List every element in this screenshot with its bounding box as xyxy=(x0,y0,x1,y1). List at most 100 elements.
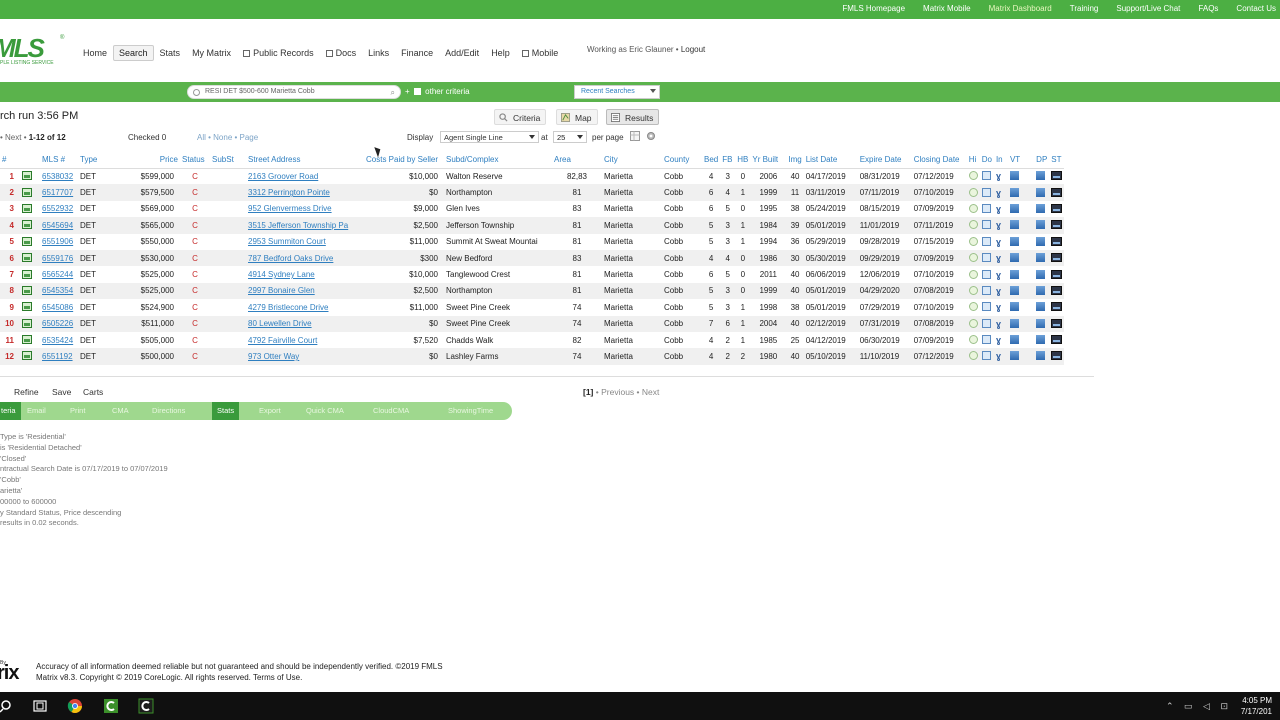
building-icon[interactable] xyxy=(1009,302,1019,312)
street-view-icon[interactable] xyxy=(1051,285,1063,295)
logout-link[interactable]: Logout xyxy=(681,45,705,54)
nav-search[interactable]: Search xyxy=(113,45,154,61)
photo-icon[interactable] xyxy=(20,168,40,184)
history-icon[interactable] xyxy=(968,253,978,263)
col-header[interactable]: Subd/Complex xyxy=(444,151,552,168)
photo-icon[interactable] xyxy=(20,348,40,364)
photo-icon[interactable] xyxy=(20,250,40,266)
virtual-tour-icon[interactable] xyxy=(1008,332,1022,348)
document-icon[interactable] xyxy=(981,269,991,279)
history-icon[interactable] xyxy=(967,316,980,332)
building-icon[interactable] xyxy=(1009,285,1019,295)
history-icon[interactable] xyxy=(968,335,978,345)
nav-links[interactable]: Links xyxy=(362,48,395,58)
table-row[interactable]: 9 6545086 DET $524,900 C 4279 Bristlecone Dri… xyxy=(0,299,1064,315)
virtual-tour-icon[interactable] xyxy=(1008,201,1022,217)
doc-icon[interactable] xyxy=(980,332,994,348)
col-header[interactable]: Type xyxy=(78,151,122,168)
col-header[interactable]: Yr Built xyxy=(750,151,786,168)
street-view-icon[interactable] xyxy=(1051,318,1063,328)
history-icon[interactable] xyxy=(967,299,980,315)
col-header[interactable]: Closing Date xyxy=(912,151,967,168)
directions-icon[interactable] xyxy=(1034,283,1049,299)
building-icon[interactable] xyxy=(1036,171,1046,181)
street-view-icon[interactable] xyxy=(1051,335,1063,345)
building-icon[interactable] xyxy=(1036,187,1046,197)
history-icon[interactable] xyxy=(967,184,980,200)
mls-number-link[interactable]: 6551906 xyxy=(40,234,78,250)
doc-icon[interactable] xyxy=(980,266,994,282)
photo-icon[interactable] xyxy=(20,184,40,200)
street-view-icon[interactable] xyxy=(1051,220,1063,230)
document-icon[interactable] xyxy=(981,171,991,181)
task-view-icon[interactable] xyxy=(32,698,48,714)
history-icon[interactable] xyxy=(967,168,980,184)
col-header[interactable]: VT xyxy=(1008,151,1022,168)
table-row[interactable]: 11 6535424 DET $505,000 C 4792 Fairville Cour… xyxy=(0,332,1064,348)
action-stats-button[interactable]: Stats xyxy=(212,402,240,420)
indicator-icon[interactable]: ɣ xyxy=(996,237,1001,247)
street-address-link[interactable]: 4914 Sydney Lane xyxy=(246,266,364,282)
doc-icon[interactable] xyxy=(980,250,994,266)
nav-my-matrix[interactable]: My Matrix xyxy=(186,48,237,58)
top-link-matrix-dashboard[interactable]: Matrix Dashboard xyxy=(989,4,1052,13)
street-view-icon[interactable] xyxy=(1049,266,1064,282)
doc-icon[interactable] xyxy=(980,201,994,217)
per-page-select[interactable]: 25 xyxy=(553,131,587,143)
doc-icon[interactable] xyxy=(980,234,994,250)
history-icon[interactable] xyxy=(967,234,980,250)
street-address-link[interactable]: 80 Lewellen Drive xyxy=(246,316,364,332)
col-header[interactable]: List Date xyxy=(804,151,858,168)
directions-icon[interactable] xyxy=(1034,201,1049,217)
refine-button[interactable]: Refine xyxy=(14,387,39,397)
street-view-icon[interactable] xyxy=(1051,187,1063,197)
building-icon[interactable] xyxy=(1036,269,1046,279)
doc-icon[interactable] xyxy=(980,217,994,233)
photo-icon[interactable] xyxy=(22,302,32,312)
history-icon[interactable] xyxy=(968,236,978,246)
history-icon[interactable] xyxy=(968,203,978,213)
col-header[interactable]: Area xyxy=(552,151,602,168)
building-icon[interactable] xyxy=(1036,302,1046,312)
table-row[interactable]: 7 6565244 DET $525,000 C 4914 Sydney Lane $10,… xyxy=(0,266,1064,282)
table-row[interactable]: 8 6545354 DET $525,000 C 2997 Bonaire Glen $2,… xyxy=(0,282,1065,300)
mls-number-link[interactable]: 6545694 xyxy=(40,217,78,233)
indicator-icon[interactable]: ɣ xyxy=(994,348,1008,364)
indicator-icon[interactable]: ɣ xyxy=(994,250,1008,266)
mls-number-link[interactable]: 6535424 xyxy=(40,332,78,348)
doc-icon[interactable] xyxy=(980,299,994,315)
doc-icon[interactable] xyxy=(980,184,994,200)
col-header[interactable]: County xyxy=(662,151,702,168)
document-icon[interactable] xyxy=(981,302,991,312)
directions-icon[interactable] xyxy=(1034,250,1049,266)
mls-number-link[interactable]: 6517707 xyxy=(40,184,78,200)
recent-searches-dropdown[interactable]: Recent Searches xyxy=(574,85,660,99)
photo-icon[interactable] xyxy=(22,236,32,246)
table-row[interactable]: 1 6538032 DET $599,000 C 2163 Groover Road $10… xyxy=(0,168,1064,184)
virtual-tour-icon[interactable] xyxy=(1008,250,1022,266)
mls-number-link[interactable]: 6551192 xyxy=(40,348,78,364)
directions-icon[interactable] xyxy=(1034,184,1049,200)
indicator-icon[interactable]: ɣ xyxy=(996,204,1001,214)
street-address-link[interactable]: 2997 Bonaire Glen xyxy=(246,283,364,299)
history-icon[interactable] xyxy=(967,348,980,364)
nav-stats[interactable]: Stats xyxy=(154,48,187,58)
table-row[interactable]: 3 6552932 DET $569,000 C 952 Glenvermess Driv… xyxy=(0,201,1064,217)
col-header[interactable]: Street Address xyxy=(246,151,364,168)
chrome-icon[interactable] xyxy=(67,698,83,714)
directions-icon[interactable] xyxy=(1034,299,1049,315)
action-cma-button[interactable]: CMA xyxy=(112,406,129,415)
history-icon[interactable] xyxy=(968,269,978,279)
indicator-icon[interactable]: ɣ xyxy=(994,168,1008,184)
nav-mobile[interactable]: Mobile xyxy=(516,48,565,58)
building-icon[interactable] xyxy=(1036,318,1046,328)
photo-icon[interactable] xyxy=(22,335,32,345)
street-address-link[interactable]: 4792 Fairville Court xyxy=(246,332,364,348)
col-header[interactable]: HB xyxy=(735,151,750,168)
col-header[interactable]: Status xyxy=(180,151,210,168)
indicator-icon[interactable]: ɣ xyxy=(996,335,1001,345)
grid-settings-icon[interactable] xyxy=(630,131,640,141)
other-criteria-checkbox[interactable] xyxy=(413,88,421,95)
street-address-link[interactable]: 3515 Jefferson Township Pa xyxy=(246,217,364,233)
indicator-icon[interactable]: ɣ xyxy=(994,184,1008,200)
